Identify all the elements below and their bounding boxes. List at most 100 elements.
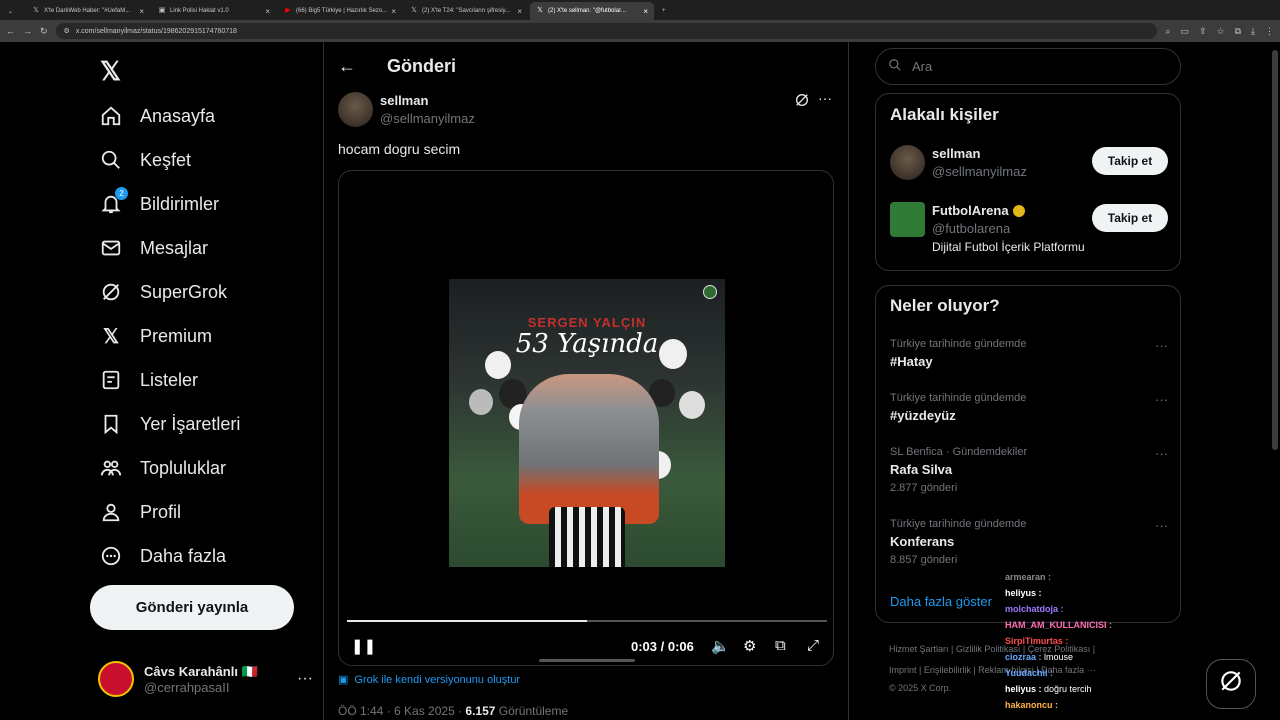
follow-button[interactable]: Takip et	[1092, 147, 1168, 175]
puzzle-icon[interactable]: ⧉	[1235, 26, 1241, 37]
author-name[interactable]: sellman	[380, 93, 428, 108]
post-timestamp[interactable]: ÖÖ 1:44 · 6 Kas 2025 ·	[338, 704, 465, 718]
video-progress-bar[interactable]	[347, 620, 827, 622]
close-icon[interactable]: ×	[517, 7, 522, 16]
trend-item[interactable]: Türkiye tarihinde gündemde #Hatay ···	[890, 338, 1168, 369]
browser-toolbar: ← → ↻ ⚙ x.com/sellmanyilmaz/status/19862…	[0, 20, 1280, 42]
browser-tab-active[interactable]: 𝕏 (2) X'te sellman: "@futbolar... ×	[530, 2, 654, 20]
nav-item-messages[interactable]: Mesajlar	[100, 233, 208, 263]
chat-message: heliyus :	[1005, 588, 1175, 604]
more-icon[interactable]: ···	[818, 90, 832, 106]
pip-icon[interactable]: ⧉	[775, 637, 786, 654]
download-icon[interactable]: ⤓	[1251, 26, 1255, 37]
x-icon: 𝕏	[33, 7, 39, 14]
person-name[interactable]: FutbolArena	[932, 203, 1025, 218]
x-icon: 𝕏	[411, 7, 417, 14]
nav-item-supergrok[interactable]: SuperGrok	[100, 277, 227, 307]
person-name[interactable]: sellman	[932, 146, 980, 161]
chat-message: ciozraa : lmouse	[1005, 652, 1175, 668]
close-icon[interactable]: ×	[265, 7, 270, 16]
grok-fab-button[interactable]	[1206, 659, 1256, 709]
related-person[interactable]: FutbolArena @futbolarena Dijital Futbol …	[890, 202, 1168, 262]
share-icon[interactable]: ⇪	[1199, 26, 1207, 37]
cast-icon[interactable]: ▭	[1180, 26, 1189, 37]
tab-title: X'te DarkWeb Haber: "#UefaM...	[44, 8, 131, 14]
chat-message: molchatdoja :	[1005, 604, 1175, 620]
nav-label: Mesajlar	[140, 237, 209, 258]
notification-badge: 2	[115, 187, 128, 200]
grok-create-link[interactable]: ▣ Grok ile kendi versiyonunu oluştur	[338, 673, 521, 687]
more-icon[interactable]: ···	[297, 670, 313, 688]
trend-count: 2.877 gönderi	[890, 482, 958, 494]
zoom-icon[interactable]: ⌕	[1165, 26, 1170, 37]
chat-username: heliyus :	[1005, 684, 1045, 694]
page-scrollbar[interactable]	[1272, 50, 1278, 450]
browser-tab[interactable]: 𝕏 X'te DarkWeb Haber: "#UefaM... ×	[26, 2, 150, 20]
nav-item-more[interactable]: Daha fazla	[100, 541, 226, 571]
browser-tab[interactable]: 𝕏 (2) X'te T24: "Savcıların şifresiy... ×	[404, 2, 528, 20]
new-tab-button[interactable]: +	[656, 2, 676, 20]
back-arrow-icon[interactable]: ←	[338, 56, 356, 77]
grok-icon[interactable]	[794, 92, 810, 111]
browser-tab[interactable]: ▣ Link Polisi Haklat v1.0 ×	[152, 2, 276, 20]
trend-item[interactable]: Türkiye tarihinde gündemde #yüzdeyüz ···	[890, 392, 1168, 423]
tab-list-button[interactable]: ⌄	[2, 2, 24, 20]
search-input[interactable]	[912, 59, 1152, 74]
nav-label: Topluluklar	[140, 457, 227, 478]
nav-item-profile[interactable]: Profil	[100, 497, 181, 527]
pause-icon[interactable]: ❚❚	[351, 637, 376, 655]
account-name: Câvs Karahânlı 🇮🇹	[144, 663, 258, 679]
x-logo-icon[interactable]: 𝕏	[100, 56, 121, 87]
nav-item-bookmarks[interactable]: Yer İşaretleri	[100, 409, 240, 439]
more-icon[interactable]: ···	[1155, 338, 1168, 353]
trend-item[interactable]: SL Benfica · Gündemdekiler Rafa Silva 2.…	[890, 446, 1168, 494]
trend-name: Konferans	[890, 534, 955, 549]
settings-icon[interactable]: ⚙	[743, 637, 756, 655]
more-icon[interactable]: ···	[1155, 446, 1168, 461]
close-icon[interactable]: ×	[391, 7, 396, 16]
avatar[interactable]	[338, 92, 373, 127]
close-icon[interactable]: ×	[643, 7, 648, 16]
chat-message: armearan :	[1005, 572, 1175, 588]
back-icon[interactable]: ←	[6, 26, 15, 36]
avatar[interactable]	[890, 202, 925, 237]
search-box[interactable]	[875, 48, 1181, 85]
post-button[interactable]: Gönderi yayınla	[90, 585, 294, 630]
communities-icon	[100, 457, 122, 479]
nav-item-explore[interactable]: Keşfet	[100, 145, 191, 175]
reload-icon[interactable]: ↻	[40, 26, 48, 37]
author-handle[interactable]: @sellmanyilmaz	[380, 111, 475, 126]
fullscreen-icon[interactable]: ⤢	[807, 637, 819, 654]
menu-icon[interactable]: ⋮	[1265, 26, 1274, 37]
browser-tab[interactable]: ▶ (66) Big5 Türkiye | Hazırlık Sezo... ×	[278, 2, 402, 20]
show-more-link[interactable]: Daha fazla göster	[890, 594, 992, 609]
star-icon[interactable]: ☆	[1217, 26, 1225, 37]
address-bar[interactable]: ⚙ x.com/sellmanyilmaz/status/19862029151…	[55, 23, 1158, 39]
nav-item-premium[interactable]: 𝕏 Premium	[100, 321, 212, 351]
follow-button[interactable]: Takip et	[1092, 204, 1168, 232]
nav-item-home[interactable]: Anasayfa	[100, 101, 215, 131]
x-icon: 𝕏	[537, 7, 543, 14]
video-player[interactable]: SERGEN YALÇIN 53 Yaşında ❚❚ 0:03 / 0:06 …	[338, 170, 834, 666]
close-icon[interactable]: ×	[139, 7, 144, 16]
avatar[interactable]	[890, 145, 925, 180]
video-frame[interactable]: SERGEN YALÇIN 53 Yaşında	[449, 279, 725, 567]
balloon	[659, 339, 687, 369]
trend-item[interactable]: Türkiye tarihinde gündemde Konferans 8.8…	[890, 518, 1168, 566]
more-icon[interactable]: ···	[1155, 518, 1168, 533]
nav-item-lists[interactable]: Listeler	[100, 365, 198, 395]
nav-item-communities[interactable]: Topluluklar	[100, 453, 226, 483]
nav-label: Listeler	[140, 369, 199, 390]
related-person[interactable]: sellman @sellmanyilmaz Takip et	[890, 145, 1168, 185]
extensions-area: ⌕ ▭ ⇪ ☆ ⧉ ⤓ ⋮	[1165, 26, 1274, 37]
more-icon[interactable]: ···	[1155, 392, 1168, 407]
footer-copyright: © 2025 X Corp.	[889, 683, 952, 693]
nav-item-notifications[interactable]: 2 Bildirimler	[100, 187, 219, 219]
list-icon	[100, 369, 122, 391]
grok-link-label: Grok ile kendi versiyonunu oluştur	[354, 673, 521, 686]
site-info-icon[interactable]: ⚙	[64, 27, 70, 35]
volume-icon[interactable]: 🔈	[711, 637, 730, 655]
forward-icon[interactable]: →	[23, 26, 32, 36]
account-switcher[interactable]: Câvs Karahânlı 🇮🇹 @cerrahpasaII ···	[98, 659, 313, 699]
panel-title: Alakalı kişiler	[890, 105, 999, 124]
